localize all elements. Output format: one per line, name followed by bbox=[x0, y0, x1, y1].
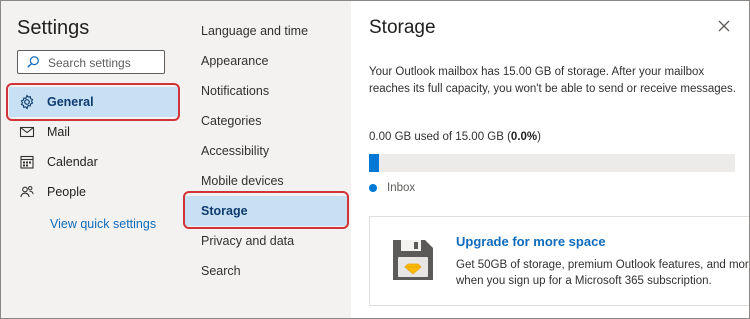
subnav-item-privacy-and-data[interactable]: Privacy and data bbox=[191, 226, 351, 256]
page-title: Storage bbox=[369, 17, 436, 38]
subnav-item-mobile-devices[interactable]: Mobile devices bbox=[191, 166, 351, 196]
sidebar-item-mail[interactable]: Mail bbox=[9, 117, 179, 147]
legend-label: Inbox bbox=[387, 182, 416, 194]
subnav-item-language-and-time[interactable]: Language and time bbox=[191, 16, 351, 46]
mail-icon bbox=[19, 124, 35, 140]
calendar-icon bbox=[19, 154, 35, 170]
search-icon bbox=[27, 56, 39, 68]
sidebar-item-people[interactable]: People bbox=[9, 177, 179, 207]
close-icon[interactable] bbox=[715, 17, 733, 35]
subnav-item-notifications[interactable]: Notifications bbox=[191, 76, 351, 106]
upgrade-card: Upgrade for more space Get 50GB of stora… bbox=[369, 216, 749, 306]
floppy-disk-icon bbox=[393, 240, 433, 280]
storage-usage-text: 0.00 GB used of 15.00 GB (0.0%) bbox=[369, 131, 541, 143]
upgrade-description: Get 50GB of storage, premium Outlook fea… bbox=[456, 259, 750, 287]
search-placeholder: Search settings bbox=[48, 56, 131, 70]
sidebar-item-label: People bbox=[47, 185, 86, 199]
subnav-item-accessibility[interactable]: Accessibility bbox=[191, 136, 351, 166]
subnav-item-search[interactable]: Search bbox=[191, 256, 351, 286]
upgrade-link[interactable]: Upgrade for more space bbox=[456, 234, 606, 249]
search-input[interactable]: Search settings bbox=[17, 50, 165, 74]
storage-usage-fill bbox=[369, 154, 379, 172]
storage-pane: Storage Your Outlook mailbox has 15.00 G… bbox=[351, 1, 749, 318]
subnav-item-categories[interactable]: Categories bbox=[191, 106, 351, 136]
settings-title: Settings bbox=[17, 17, 90, 39]
subnav-item-appearance[interactable]: Appearance bbox=[191, 46, 351, 76]
gear-icon bbox=[19, 94, 35, 110]
view-quick-settings-link[interactable]: View quick settings bbox=[50, 217, 156, 231]
sidebar-item-label: General bbox=[47, 95, 94, 109]
settings-subnav: Language and time Appearance Notificatio… bbox=[183, 1, 351, 318]
settings-sidebar: Settings Search settings General Mail Ca… bbox=[1, 1, 191, 318]
settings-dialog: Settings Search settings General Mail Ca… bbox=[0, 0, 750, 319]
usage-percent: 0.0% bbox=[510, 131, 538, 143]
storage-legend: Inbox bbox=[369, 182, 415, 194]
subnav-item-storage[interactable]: Storage bbox=[185, 196, 347, 226]
sidebar-item-calendar[interactable]: Calendar bbox=[9, 147, 179, 177]
people-icon bbox=[19, 184, 35, 200]
sidebar-item-label: Mail bbox=[47, 125, 70, 139]
inbox-legend-dot bbox=[369, 184, 377, 192]
storage-description: Your Outlook mailbox has 15.00 GB of sto… bbox=[369, 66, 736, 95]
sidebar-item-general[interactable]: General bbox=[9, 87, 179, 117]
storage-usage-bar bbox=[369, 154, 735, 172]
sidebar-item-label: Calendar bbox=[47, 155, 98, 169]
